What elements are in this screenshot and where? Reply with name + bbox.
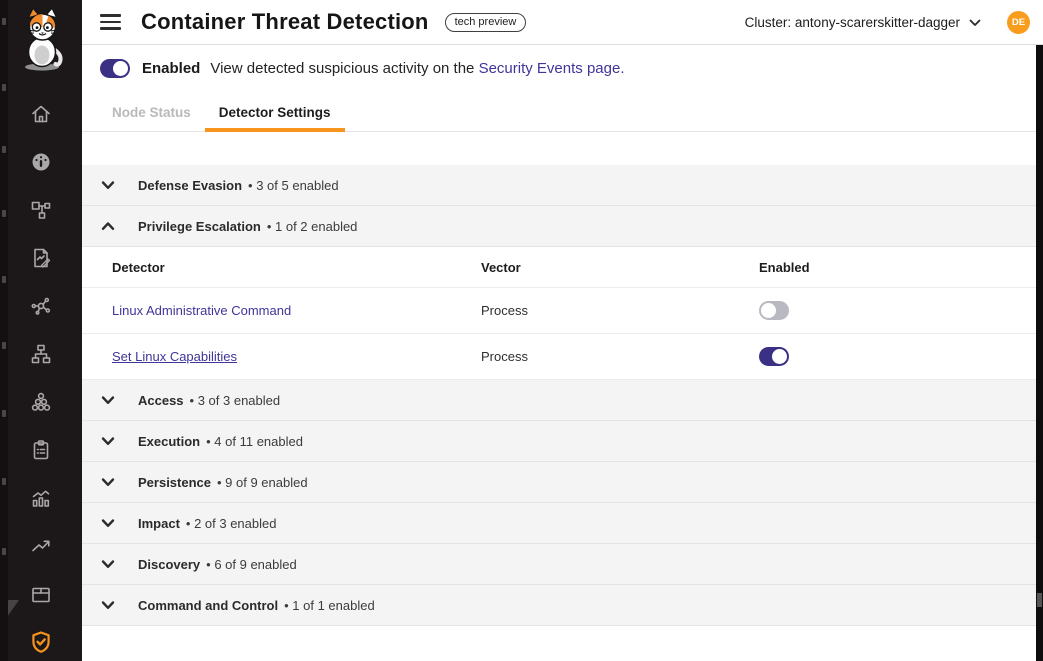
column-header-enabled: Enabled	[759, 260, 1036, 275]
detector-toggle[interactable]	[759, 347, 789, 366]
chevron-down-icon	[100, 556, 116, 572]
sidebar-item-service-mesh[interactable]	[0, 284, 82, 332]
sidebar-item-home[interactable]	[0, 92, 82, 140]
category-label: Impact	[138, 516, 180, 531]
category-row-impact[interactable]: Impact • 2 of 3 enabled	[82, 503, 1036, 544]
user-avatar[interactable]: DE	[1007, 11, 1030, 34]
category-row-persistence[interactable]: Persistence • 9 of 9 enabled	[82, 462, 1036, 503]
table-row: Set Linux Capabilities Process	[82, 334, 1036, 380]
category-row-access[interactable]: Access • 3 of 3 enabled	[82, 380, 1036, 421]
sidebar-item-metrics[interactable]	[0, 476, 82, 524]
category-summary: • 1 of 1 enabled	[284, 598, 375, 613]
table-row: Linux Administrative Command Process	[82, 288, 1036, 334]
metrics-chart-icon	[29, 486, 53, 515]
chevron-down-icon	[100, 597, 116, 613]
cat-mascot-logo[interactable]	[15, 6, 69, 77]
enabled-description: View detected suspicious activity on the…	[210, 60, 624, 77]
trends-icon	[29, 534, 53, 563]
left-edge-strip	[0, 0, 8, 661]
workload-cluster-icon	[29, 390, 53, 419]
sidebar-item-audit-report[interactable]	[0, 236, 82, 284]
sidebar-nav	[0, 92, 82, 661]
category-summary: • 1 of 2 enabled	[267, 219, 358, 234]
tab-bar: Node Status Detector Settings	[82, 92, 1036, 132]
audit-report-icon	[29, 246, 53, 275]
tab-node-status[interactable]: Node Status	[98, 92, 205, 132]
sidebar-item-workloads[interactable]	[0, 380, 82, 428]
category-row-discovery[interactable]: Discovery • 6 of 9 enabled	[82, 544, 1036, 585]
dashboard-gauge-icon	[29, 150, 53, 179]
home-icon	[29, 102, 53, 131]
cluster-selector[interactable]: Cluster: antony-scarerskitter-dagger	[745, 15, 981, 30]
category-label: Access	[138, 393, 184, 408]
detector-link-set-linux-capabilities[interactable]: Set Linux Capabilities	[112, 349, 237, 364]
chevron-down-icon	[100, 474, 116, 490]
category-summary: • 3 of 3 enabled	[190, 393, 281, 408]
chevron-up-icon	[100, 218, 116, 234]
tab-detector-settings[interactable]: Detector Settings	[205, 92, 345, 132]
chevron-down-icon	[100, 177, 116, 193]
category-summary: • 2 of 3 enabled	[186, 516, 277, 531]
detector-link-linux-administrative-command[interactable]: Linux Administrative Command	[112, 303, 291, 318]
column-header-vector: Vector	[481, 260, 759, 275]
node-hierarchy-icon	[29, 342, 53, 371]
category-row-command-and-control[interactable]: Command and Control • 1 of 1 enabled	[82, 585, 1036, 626]
sidebar	[0, 0, 82, 661]
category-summary: • 9 of 9 enabled	[217, 475, 308, 490]
sidebar-item-trends[interactable]	[0, 524, 82, 572]
category-label: Privilege Escalation	[138, 219, 261, 234]
sidebar-item-node-hierarchy[interactable]	[0, 332, 82, 380]
category-label: Command and Control	[138, 598, 278, 613]
apps-box-icon	[29, 582, 53, 611]
top-bar: Container Threat Detection tech preview …	[82, 0, 1043, 45]
hamburger-menu-icon[interactable]	[100, 14, 121, 30]
page-title: Container Threat Detection	[141, 9, 429, 35]
security-events-link[interactable]: Security Events page.	[479, 60, 625, 77]
column-header-detector: Detector	[82, 260, 481, 275]
feature-enabled-toggle[interactable]	[100, 59, 130, 78]
category-summary: • 4 of 11 enabled	[206, 434, 303, 449]
category-row-execution[interactable]: Execution • 4 of 11 enabled	[82, 421, 1036, 462]
sidebar-item-network[interactable]	[0, 188, 82, 236]
network-topology-icon	[29, 198, 53, 227]
container-threat-detection-page: Container Threat Detection tech preview …	[0, 0, 1043, 661]
sidebar-item-dashboard[interactable]	[0, 140, 82, 188]
vector-value: Process	[481, 349, 759, 364]
security-shield-icon	[28, 629, 54, 660]
vector-value: Process	[481, 303, 759, 318]
category-label: Discovery	[138, 557, 200, 572]
category-label: Defense Evasion	[138, 178, 242, 193]
category-row-privilege-escalation[interactable]: Privilege Escalation • 1 of 2 enabled	[82, 206, 1036, 247]
category-row-defense-evasion[interactable]: Defense Evasion • 3 of 5 enabled	[82, 165, 1036, 206]
sidebar-item-compliance[interactable]	[0, 428, 82, 476]
chevron-down-icon	[100, 433, 116, 449]
service-mesh-icon	[29, 294, 53, 323]
detector-table-header: Detector Vector Enabled	[82, 247, 1036, 288]
category-label: Persistence	[138, 475, 211, 490]
cluster-selector-label: Cluster: antony-scarerskitter-dagger	[745, 15, 960, 30]
detector-toggle[interactable]	[759, 301, 789, 320]
category-summary: • 6 of 9 enabled	[206, 557, 297, 572]
compliance-clipboard-icon	[29, 438, 53, 467]
enabled-toggle-label: Enabled	[142, 60, 200, 77]
chevron-down-icon	[100, 392, 116, 408]
category-label: Execution	[138, 434, 200, 449]
scrollbar-thumb[interactable]	[1037, 593, 1042, 607]
enabled-toolbar: Enabled View detected suspicious activit…	[82, 45, 1036, 92]
tech-preview-badge: tech preview	[445, 13, 527, 32]
tab-content-gap	[82, 132, 1036, 165]
category-summary: • 3 of 5 enabled	[248, 178, 339, 193]
right-edge-strip	[1036, 45, 1043, 661]
main-content: Enabled View detected suspicious activit…	[82, 45, 1036, 661]
chevron-down-icon	[100, 515, 116, 531]
chevron-down-icon	[969, 15, 981, 30]
